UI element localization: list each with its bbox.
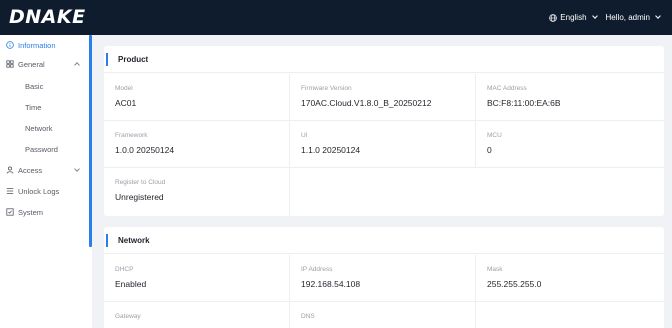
- sidebar-item-time[interactable]: Time: [0, 98, 89, 116]
- user-menu[interactable]: Hello, admin: [605, 13, 661, 22]
- field-value: Enabled: [115, 279, 147, 289]
- network-card-header: Network: [104, 227, 664, 254]
- globe-icon: [549, 13, 558, 22]
- info-row: Model AC01 Firmware Version 170AC.Cloud.…: [104, 74, 664, 121]
- info-row: Register to Cloud Unregistered: [104, 168, 664, 216]
- chevron-down-icon: [74, 166, 80, 172]
- info-field-dhcp: DHCP Enabled: [104, 255, 290, 301]
- language-selector[interactable]: English: [549, 13, 598, 22]
- grid-icon: [5, 60, 15, 68]
- info-field-register-to-cloud: Register to Cloud Unregistered: [104, 168, 290, 216]
- sidebar-item-label: Unlock Logs: [18, 186, 60, 196]
- field-value: 1.0.0 20250124: [115, 145, 175, 155]
- field-label: MAC Address: [487, 85, 527, 92]
- chevron-down-icon: [655, 13, 661, 19]
- header-actions: English Hello, admin: [549, 0, 661, 35]
- info-field-mac-address: MAC Address BC:F8:11:00:EA:6B: [476, 74, 664, 120]
- field-label: Gateway: [115, 313, 141, 320]
- field-value: Unregistered: [115, 192, 164, 202]
- field-label: Model: [115, 85, 133, 92]
- field-label: Register to Cloud: [115, 179, 166, 186]
- sidebar-item-label: System: [18, 207, 44, 217]
- info-circle-icon: [5, 41, 15, 49]
- section-accent-bar: [106, 233, 108, 247]
- info-row: Framework 1.0.0 20250124 UI 1.1.0 202501…: [104, 121, 664, 168]
- language-label: English: [560, 13, 587, 22]
- sidebar-scrollbar[interactable]: [89, 35, 92, 247]
- section-title: Network: [118, 235, 150, 245]
- product-card: Product Model AC01 Firmware Version 170A…: [104, 46, 664, 216]
- user-icon: [5, 166, 15, 174]
- info-field-ip-address: IP Address 192.168.54.108: [290, 255, 476, 301]
- info-field-dns: DNS: [290, 302, 476, 328]
- sidebar-item-system[interactable]: System: [0, 203, 89, 221]
- sidebar-item-network[interactable]: Network: [0, 119, 89, 137]
- user-greeting: Hello, admin: [605, 13, 650, 22]
- info-field-mask: Mask 255.255.255.0: [476, 255, 664, 301]
- info-field-gateway: Gateway: [104, 302, 290, 328]
- sidebar: Information General Basic Time Network P…: [0, 35, 92, 328]
- info-row: Gateway DNS: [104, 302, 664, 328]
- info-field-model: Model AC01: [104, 74, 290, 120]
- info-field-ui: UI 1.1.0 20250124: [290, 121, 476, 167]
- field-label: IP Address: [301, 266, 333, 273]
- sidebar-item-label: General: [18, 59, 45, 69]
- field-value: BC:F8:11:00:EA:6B: [487, 98, 561, 108]
- sidebar-item-label: Access: [18, 165, 43, 175]
- info-row: DHCP Enabled IP Address 192.168.54.108 M…: [104, 255, 664, 302]
- field-label: Framework: [115, 132, 148, 139]
- brand-logo: DNAKE: [9, 6, 86, 28]
- sidebar-item-information[interactable]: Information: [0, 36, 89, 54]
- sidebar-item-label: Password: [25, 144, 58, 154]
- network-card: Network DHCP Enabled IP Address 192.168.…: [104, 227, 664, 328]
- field-value: 170AC.Cloud.V1.8.0_B_20250212: [301, 98, 432, 108]
- list-icon: [5, 187, 15, 195]
- field-label: MCU: [487, 132, 502, 139]
- sidebar-item-general[interactable]: General: [0, 55, 89, 73]
- sidebar-item-access[interactable]: Access: [0, 161, 89, 179]
- field-value: 192.168.54.108: [301, 279, 361, 289]
- field-label: Mask: [487, 266, 503, 273]
- sidebar-item-label: Network: [25, 123, 53, 133]
- sidebar-item-password[interactable]: Password: [0, 140, 89, 158]
- field-label: DNS: [301, 313, 315, 320]
- sidebar-item-unlock-logs[interactable]: Unlock Logs: [0, 182, 89, 200]
- top-bar: DNAKE English Hello, admin: [0, 0, 672, 35]
- sidebar-item-label: Time: [25, 102, 42, 112]
- info-field-framework: Framework 1.0.0 20250124: [104, 121, 290, 167]
- field-value: 255.255.255.0: [487, 279, 542, 289]
- field-value: AC01: [115, 98, 137, 108]
- info-field-firmware-version: Firmware Version 170AC.Cloud.V1.8.0_B_20…: [290, 74, 476, 120]
- section-title: Product: [118, 54, 149, 64]
- chevron-down-icon: [591, 13, 598, 19]
- section-accent-bar: [106, 52, 108, 66]
- sidebar-item-label: Information: [18, 40, 56, 50]
- chevron-up-icon: [74, 62, 80, 68]
- field-value: 1.1.0 20250124: [301, 145, 361, 155]
- product-card-header: Product: [104, 46, 664, 73]
- info-field-mcu: MCU 0: [476, 121, 664, 167]
- sidebar-item-basic[interactable]: Basic: [0, 77, 89, 95]
- field-value: 0: [487, 145, 492, 155]
- system-icon: [5, 208, 15, 216]
- sidebar-item-label: Basic: [25, 81, 44, 91]
- field-label: Firmware Version: [301, 85, 352, 92]
- field-label: UI: [301, 132, 308, 139]
- field-label: DHCP: [115, 266, 134, 273]
